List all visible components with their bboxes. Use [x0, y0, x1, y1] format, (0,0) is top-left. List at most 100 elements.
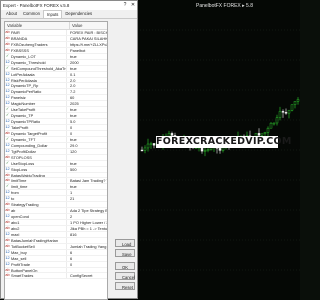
parameter-name: to — [11, 196, 15, 202]
dialog-tabs: About Common Inputs Dependencies — [1, 10, 137, 19]
candle-body — [284, 112, 288, 114]
parameter-value[interactable]: Panelbot — [66, 47, 107, 53]
parameter-name: DynamicTPRatio — [11, 119, 41, 124]
parameter-value[interactable]: true — [66, 53, 107, 59]
parameter-value[interactable]: Batasi Jam Trading? True aka Benar - Ble… — [66, 178, 107, 184]
parameter-value[interactable]: 500 — [66, 166, 107, 172]
parameter-value[interactable]: 2 — [66, 214, 107, 219]
parameter-value[interactable]: 6 — [66, 249, 107, 255]
parameter-name: Dynamic TargetProfit — [11, 130, 48, 136]
candle-body — [296, 99, 300, 102]
parameter-name: DynamicPerRatio — [11, 89, 42, 95]
parameter-value[interactable]: 7.2 — [66, 89, 107, 95]
parameter-value[interactable]: true — [66, 113, 107, 119]
parameter-value[interactable]: 2.0 — [66, 77, 107, 83]
parameter-name: abc2 — [11, 225, 20, 231]
candle-body — [281, 111, 285, 113]
parameter-name: BatasJumlahTradingHarian — [11, 237, 58, 243]
parameter-value[interactable]: 29.0 — [66, 142, 107, 148]
grid-rows: ab PAIR FOREX PAIR : BISCHT ab BRANDA CARA PA… — [5, 30, 107, 280]
candle-body — [149, 143, 153, 145]
parameter-value[interactable] — [66, 237, 107, 243]
parameter-name: FXBSSSS — [11, 47, 29, 53]
parameter-value[interactable]: true — [66, 160, 107, 166]
parameter-name: SetCompoundThreshold_AkaTrue — [11, 65, 66, 71]
parameter-name: limitTime — [11, 178, 27, 184]
candle-body — [269, 122, 273, 129]
parameter-name: ab — [11, 208, 16, 214]
cancel-button[interactable]: Cancel — [115, 272, 135, 280]
candle-body — [287, 110, 291, 114]
parameter-value[interactable]: 2025 — [66, 101, 107, 107]
candle-body — [263, 132, 267, 134]
parameter-value[interactable]: true — [66, 107, 107, 113]
parameter-value[interactable]: https://t.me/+ZLLXPc2OQgmORWNI — [66, 41, 107, 47]
parameter-value[interactable]: FOREX PAIR : BISCHT — [66, 30, 107, 35]
parameter-value[interactable]: 21 — [66, 196, 107, 202]
candle-body — [143, 147, 147, 151]
candle-body — [266, 127, 270, 133]
parameter-value[interactable] — [66, 267, 107, 273]
parameter-name: BRANDA — [11, 35, 28, 41]
parameter-value[interactable]: 5.0 — [66, 119, 107, 124]
tab-inputs[interactable]: Inputs — [42, 10, 63, 18]
close-icon[interactable]: ✕ — [129, 1, 137, 10]
dialog-title: Expert - PanelbotFX FOREX v.5.8 — [3, 3, 70, 8]
parameter-value[interactable]: 120 — [66, 148, 107, 154]
reset-button[interactable]: Reset — [115, 282, 135, 290]
parameter-name: TakeProfit — [11, 125, 29, 130]
chart-title: PanelbotFX FOREX ▸ 5.8 — [196, 3, 253, 9]
parameter-name: DynamicTP_Rp — [11, 83, 39, 89]
tab-dependencies[interactable]: Dependencies — [62, 10, 95, 18]
candle-body — [290, 104, 294, 111]
parameter-name: StrategyTrading — [11, 202, 39, 208]
parameter-name: Panelsiz — [11, 95, 26, 101]
parameter-name: UseStopLoss — [11, 160, 35, 166]
parameter-value[interactable]: ConfigSecret — [66, 273, 107, 279]
parameter-value[interactable] — [66, 154, 107, 160]
parameter-value[interactable] — [66, 172, 107, 178]
candle-body — [140, 149, 144, 152]
tab-about[interactable]: About — [3, 10, 20, 18]
parameter-name: RiskPerAdaala — [11, 77, 37, 83]
load-button[interactable]: Load — [115, 239, 135, 247]
save-button[interactable]: Save — [115, 249, 135, 257]
parameter-name: TotBucketSell — [11, 243, 35, 249]
dialog-titlebar: Expert - PanelbotFX FOREX v.5.8 ? ✕ — [1, 1, 137, 10]
parameter-value[interactable]: 0 — [66, 125, 107, 130]
ok-button[interactable]: OK — [115, 262, 135, 270]
parameter-value[interactable]: 0.1 — [66, 71, 107, 77]
column-header-variable[interactable]: Variable — [5, 22, 70, 29]
parameter-name: from — [11, 190, 19, 196]
parameter-value[interactable] — [66, 202, 107, 208]
parameter-value[interactable]: 1 — [66, 190, 107, 196]
parameter-value[interactable]: 2.0 — [66, 83, 107, 89]
parameter-value[interactable]: CARA PAKAI SILAHKAN JOIN GRUP TE... — [66, 35, 107, 41]
parameter-value[interactable]: 0 — [66, 261, 107, 267]
parameter-value[interactable]: Ada 2 Tipe Strategy Berbeda, Pending Ord… — [66, 208, 107, 214]
column-header-value[interactable]: Value — [70, 22, 107, 29]
parameter-value[interactable]: true — [66, 65, 107, 71]
parameter-value[interactable]: 0 — [66, 130, 107, 136]
parameter-value[interactable]: 1 PO Higher Lower / 2 BUY SELL BERDA... — [66, 220, 107, 225]
parameter-value[interactable]: true — [66, 184, 107, 190]
parameter-value[interactable]: 60 — [66, 95, 107, 101]
inputs-grid: Variable Value ab PAIR FOREX PAIR : BISCHT… — [4, 21, 108, 300]
candle-body — [278, 111, 282, 118]
help-icon[interactable]: ? — [121, 1, 129, 10]
tab-common[interactable]: Common — [20, 10, 43, 18]
parameter-value[interactable]: 816 — [66, 231, 107, 237]
parameter-name: MagicNumber — [11, 101, 36, 107]
parameter-value[interactable]: 6 — [66, 255, 107, 261]
parameter-value[interactable]: Jumlah Trading Yang Diijinkan Setiap Har… — [66, 243, 107, 249]
parameter-name: openCond — [11, 214, 29, 219]
parameter-value[interactable]: true — [66, 136, 107, 142]
parameter-name: UseTakeProfit — [11, 107, 36, 113]
parameter-value[interactable]: 2000 — [66, 59, 107, 65]
candle-body — [257, 133, 261, 136]
candle-body — [218, 148, 222, 151]
parameter-row[interactable]: ab SmartTrades ConfigSecret — [5, 273, 107, 280]
parameter-name: PAIR — [11, 30, 20, 35]
parameter-value[interactable]: Jika PBh = 1 -> Tentukan Waktu Keluaran.… — [66, 225, 107, 231]
grid-header: Variable Value — [5, 22, 107, 30]
